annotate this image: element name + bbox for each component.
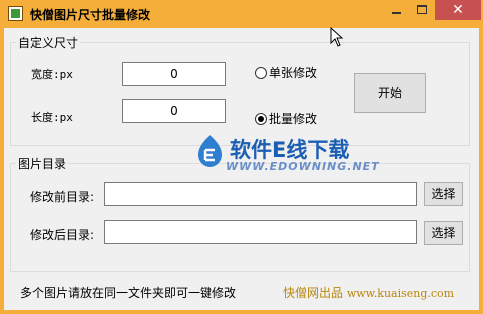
directory-group-title: 图片目录 [16,155,69,172]
watermark-e-icon [198,135,222,167]
close-button[interactable]: ✕ [435,0,481,20]
maximize-icon [417,5,427,14]
directory-group [10,163,470,272]
height-input[interactable]: 0 [122,99,226,123]
start-button[interactable]: 开始 [354,73,426,113]
maximize-button[interactable] [409,0,435,20]
source-dir-label: 修改前目录: [30,190,95,204]
close-icon: ✕ [452,2,464,18]
width-input[interactable]: 0 [122,62,226,86]
source-dir-input[interactable] [104,182,417,206]
radio-batch-indicator[interactable] [255,112,267,125]
radio-single-label: 单张修改 [269,66,318,80]
radio-single-indicator[interactable] [255,66,267,79]
size-group-title: 自定义尺寸 [16,34,81,51]
radio-batch-label: 批量修改 [269,112,318,126]
mouse-cursor-icon [330,27,344,47]
height-label: 长度:px [31,111,73,124]
window-title: 快僧图片尺寸批量修改 [30,8,151,22]
width-label: 宽度:px [31,68,73,81]
credit-url[interactable]: www.kuaiseng.com [347,287,454,300]
minimize-icon [392,12,401,14]
watermark-url: WWW.EDOWNING.NET [226,160,380,173]
credit-text: 快僧网出品 [283,286,344,300]
footer-hint: 多个图片请放在同一文件夹即可一键修改 [20,286,237,300]
radio-batch-mode[interactable]: 批量修改 [255,110,317,127]
radio-single-mode[interactable]: 单张修改 [255,64,317,81]
footer-credit: 快僧网出品 www.kuaiseng.com [283,284,454,301]
title-bar[interactable]: 快僧图片尺寸批量修改 ✕ [0,0,483,28]
target-dir-label: 修改后目录: [30,228,95,242]
minimize-button[interactable] [383,0,409,20]
target-dir-browse-button[interactable]: 选择 [424,221,463,245]
source-dir-browse-button[interactable]: 选择 [424,182,463,206]
app-icon [8,6,23,21]
target-dir-input[interactable] [104,220,417,244]
